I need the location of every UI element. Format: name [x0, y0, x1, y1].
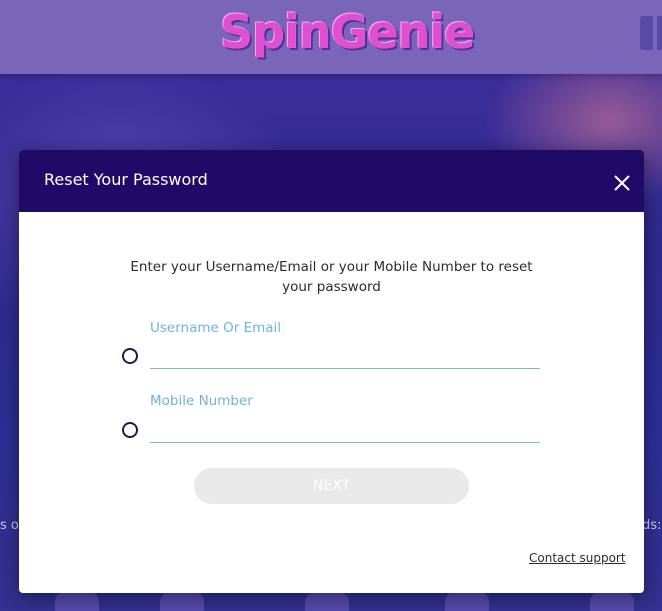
- close-button[interactable]: [611, 172, 633, 194]
- username-radio[interactable]: [122, 348, 138, 364]
- site-header: SpinGenie: [0, 0, 662, 74]
- spingenie-logo[interactable]: SpinGenie: [220, 0, 475, 74]
- bottom-nav-icon: [590, 592, 634, 611]
- instructions-text: Enter your Username/Email or your Mobile…: [130, 259, 533, 295]
- mobile-field-row: Mobile Number: [19, 391, 644, 451]
- contact-support-link[interactable]: Contact support: [529, 551, 626, 565]
- mobile-radio[interactable]: [122, 422, 138, 438]
- username-field-label: Username Or Email: [150, 320, 282, 336]
- gift-icon[interactable]: [640, 16, 662, 50]
- mobile-input[interactable]: [150, 420, 540, 443]
- mobile-field-label: Mobile Number: [150, 393, 253, 409]
- username-field-row: Username Or Email: [19, 318, 644, 378]
- bottom-nav-icon: [445, 592, 489, 611]
- modal-header: Reset Your Password: [19, 150, 644, 212]
- modal-title: Reset Your Password: [44, 170, 208, 189]
- next-button[interactable]: NEXT: [194, 468, 469, 504]
- bottom-nav-icon: [160, 592, 204, 611]
- bottom-nav-icon: [55, 592, 99, 611]
- username-input[interactable]: [150, 346, 540, 369]
- background-bottom-icons: [0, 592, 662, 611]
- background-text-right: ds:: [642, 518, 662, 533]
- bottom-nav-icon: [305, 592, 349, 611]
- close-icon: [614, 175, 630, 191]
- background-text-left: s o: [0, 518, 19, 533]
- reset-password-modal: Reset Your Password Enter your Username/…: [19, 150, 644, 593]
